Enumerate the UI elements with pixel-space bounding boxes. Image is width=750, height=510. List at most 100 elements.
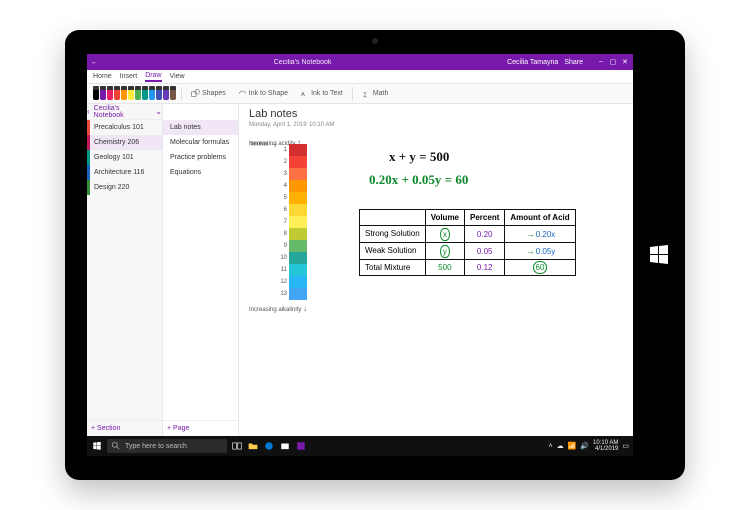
task-view-button[interactable]: [231, 440, 243, 452]
shapes-label: Shapes: [202, 90, 226, 97]
add-page-button[interactable]: + Page: [163, 420, 238, 436]
tablet-frame: ← Cecilia's Notebook Cecilia Tamayna Sha…: [65, 30, 685, 480]
task-view-icon: [232, 441, 242, 451]
page-time: 10:10 AM: [309, 122, 334, 128]
scale-bar-4: [289, 180, 307, 192]
row2-label: Total Mixture: [360, 260, 426, 276]
scale-tick-9: 9: [279, 240, 287, 252]
pen-4[interactable]: [121, 86, 127, 100]
pen-1[interactable]: [100, 86, 106, 100]
windows-icon: [92, 441, 102, 451]
pen-9[interactable]: [156, 86, 162, 100]
page-title[interactable]: Lab notes: [249, 108, 297, 120]
scale-bot-label: Increasing alkalinity: [249, 307, 301, 313]
draw-toolbar: Shapes Ink to Shape A Ink to Text ∑ Math: [87, 84, 633, 104]
taskbar-clock[interactable]: 10:10 AM 4/1/2019: [593, 440, 618, 452]
pen-2[interactable]: [107, 86, 113, 100]
taskbar-app-edge[interactable]: [263, 440, 275, 452]
page-item-1[interactable]: Molecular formulas: [163, 135, 238, 150]
pen-10[interactable]: [163, 86, 169, 100]
scale-tick-7: 7: [279, 216, 287, 228]
taskbar-app-store[interactable]: [279, 440, 291, 452]
section-item-4[interactable]: Design 220: [87, 180, 162, 195]
th-volume: Volume: [425, 210, 464, 226]
tab-draw[interactable]: Draw: [145, 72, 161, 82]
windows-logo-bezel[interactable]: [647, 243, 671, 267]
scale-bar-2: [289, 156, 307, 168]
row0-pct: 0.20: [465, 226, 505, 243]
user-name[interactable]: Cecilia Tamayna: [507, 59, 558, 66]
pen-3[interactable]: [114, 86, 120, 100]
page-item-0[interactable]: Lab notes: [163, 120, 238, 135]
onedrive-icon[interactable]: ☁: [557, 442, 564, 450]
pen-11[interactable]: [170, 86, 176, 100]
tab-view[interactable]: View: [170, 73, 185, 80]
taskbar-app-onenote[interactable]: [295, 440, 307, 452]
scale-tick-1: 1: [279, 144, 287, 156]
scale-tick-6: 6: [279, 204, 287, 216]
store-icon: [280, 441, 290, 451]
scale-tick-8: 8: [279, 228, 287, 240]
svg-text:∑: ∑: [363, 92, 367, 98]
back-button[interactable]: ←: [91, 59, 98, 66]
sections-pane: ‹ Cecilia's Notebook ⌄ Precalculus 101Ch…: [87, 104, 163, 436]
math-icon: ∑: [362, 89, 371, 98]
camera-dot: [372, 38, 378, 44]
equation-2: 0.20x + 0.05y = 60: [369, 172, 468, 188]
pen-7[interactable]: [142, 86, 148, 100]
row1-label: Weak Solution: [360, 243, 426, 260]
tray-up-icon[interactable]: ˄: [548, 443, 552, 450]
minimize-button[interactable]: –: [597, 58, 605, 66]
math-button[interactable]: ∑ Math: [357, 87, 394, 100]
taskbar-app-explorer[interactable]: [247, 440, 259, 452]
row1-pct: 0.05: [465, 243, 505, 260]
shapes-button[interactable]: Shapes: [186, 87, 231, 100]
notebook-header[interactable]: ‹ Cecilia's Notebook ⌄: [87, 104, 162, 120]
th-percent: Percent: [465, 210, 505, 226]
row1-amt: →0.05y: [505, 243, 575, 260]
section-item-1[interactable]: Chemistry 206: [87, 135, 162, 150]
page-item-2[interactable]: Practice problems: [163, 150, 238, 165]
ink-to-text-button[interactable]: A Ink to Text: [295, 87, 348, 100]
pen-6[interactable]: [135, 86, 141, 100]
ink-to-shape-button[interactable]: Ink to Shape: [233, 87, 293, 100]
row0-vol: x: [425, 226, 464, 243]
volume-icon[interactable]: 🔊: [580, 442, 589, 450]
svg-text:A: A: [301, 92, 305, 98]
add-section-button[interactable]: + Section: [87, 420, 162, 436]
pen-5[interactable]: [128, 86, 134, 100]
pen-8[interactable]: [149, 86, 155, 100]
pages-pane: . Lab notesMolecular formulasPractice pr…: [163, 104, 239, 436]
start-button[interactable]: [91, 440, 103, 452]
maximize-button[interactable]: ▢: [609, 58, 617, 66]
scale-tick-10: 10: [279, 252, 287, 264]
scale-bar-13: [289, 288, 307, 300]
section-item-0[interactable]: Precalculus 101: [87, 120, 162, 135]
page-canvas[interactable]: Lab notes Monday, April 1, 2019 10:10 AM…: [239, 104, 633, 436]
system-tray[interactable]: ˄ ☁ 📶 🔊 10:10 AM 4/1/2019 ▭: [548, 440, 629, 452]
share-button[interactable]: Share: [564, 59, 583, 66]
th-amount: Amount of Acid: [505, 210, 575, 226]
page-date: Monday, April 1, 2019: [249, 122, 307, 128]
page-item-3[interactable]: Equations: [163, 165, 238, 180]
onenote-icon: [296, 441, 306, 451]
scale-bar-1: [289, 144, 307, 156]
pen-0[interactable]: [93, 86, 99, 100]
scale-bar-8: [289, 228, 307, 240]
section-item-3[interactable]: Architecture 116: [87, 165, 162, 180]
tab-insert[interactable]: Insert: [120, 73, 138, 80]
ribbon-tabs: Home Insert Draw View: [87, 70, 633, 84]
section-item-2[interactable]: Geology 101: [87, 150, 162, 165]
scale-mid-label: Neutral: [249, 141, 268, 147]
ink-to-text-icon: A: [300, 89, 309, 98]
scale-bar-12: [289, 276, 307, 288]
arrow-right-icon: →: [270, 138, 278, 147]
titlebar: ← Cecilia's Notebook Cecilia Tamayna Sha…: [87, 54, 633, 70]
action-center-icon[interactable]: ▭: [622, 442, 629, 450]
wifi-icon[interactable]: 📶: [568, 442, 577, 450]
ph-scale: Increasing acidity ↑ Neutral → 123456789…: [249, 138, 339, 147]
close-button[interactable]: ✕: [621, 58, 629, 66]
taskbar-search[interactable]: Type here to search: [107, 439, 227, 453]
app-body: ‹ Cecilia's Notebook ⌄ Precalculus 101Ch…: [87, 104, 633, 436]
tab-home[interactable]: Home: [93, 73, 112, 80]
